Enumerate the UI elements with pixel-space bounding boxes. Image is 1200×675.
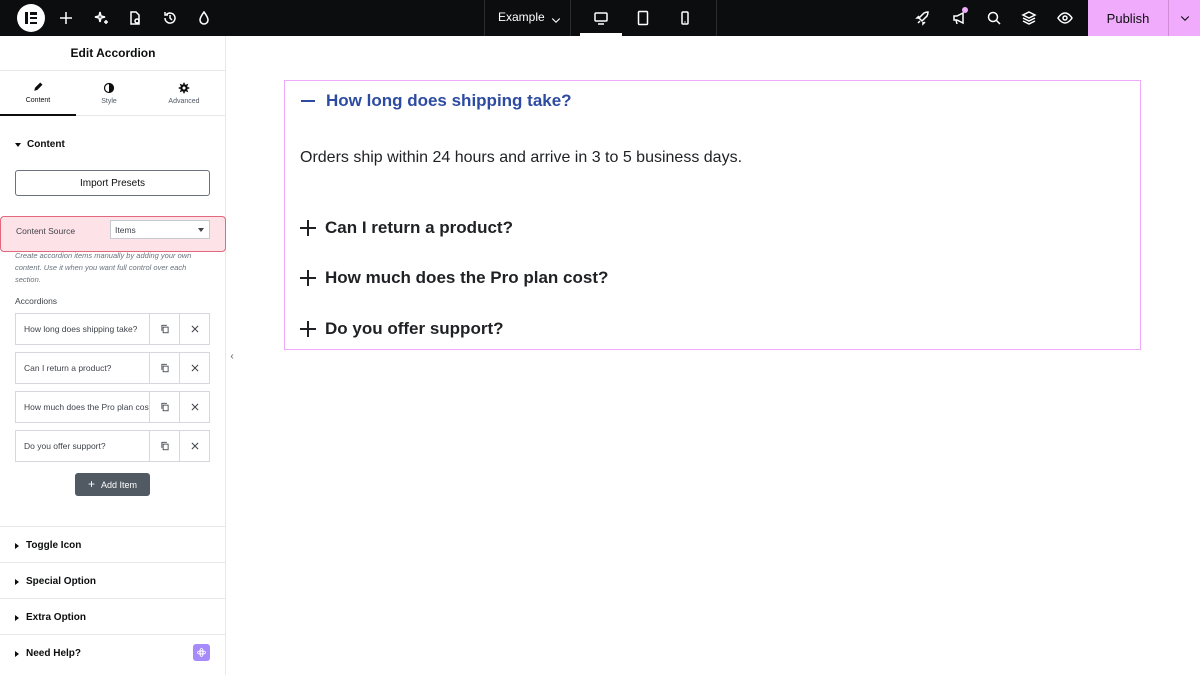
duplicate-icon[interactable] [150, 353, 180, 383]
repeater-item-title[interactable]: Do you offer support? [16, 431, 150, 461]
caret-right-icon [15, 614, 19, 621]
history-icon[interactable] [160, 8, 180, 28]
content-source-select[interactable]: Items [110, 220, 210, 239]
plus-icon [300, 270, 316, 286]
accordion-item[interactable]: How much does the Pro plan cost? [300, 268, 608, 288]
accordion-question: How much does the Pro plan cost? [325, 268, 609, 287]
caret-right-icon [15, 578, 19, 585]
half-circle-icon [103, 82, 115, 94]
repeater-item-title[interactable]: How much does the Pro plan cost? [16, 392, 150, 422]
tab-content[interactable]: Content [0, 71, 76, 116]
content-section-header[interactable]: Content [15, 139, 65, 150]
add-item-button[interactable]: + Add Item [75, 473, 150, 496]
sparkle-icon[interactable] [91, 8, 111, 28]
section-need-help[interactable]: Need Help? [0, 634, 226, 670]
close-icon[interactable] [180, 314, 210, 344]
tab-style[interactable]: Style [76, 71, 142, 116]
mobile-icon[interactable] [675, 8, 695, 28]
notification-dot [962, 7, 968, 13]
accordion-question: Can I return a product? [325, 218, 513, 237]
top-bar: Example Publish [0, 0, 1200, 36]
content-source-label: Content Source [16, 226, 76, 236]
tablet-icon[interactable] [633, 8, 653, 28]
accordion-answer: Orders ship within 24 hours and arrive i… [300, 149, 743, 166]
accordion-widget[interactable]: How long does shipping take? Orders ship… [284, 80, 1141, 350]
chevron-down-icon[interactable] [546, 10, 566, 30]
repeater-item[interactable]: How much does the Pro plan cost? [15, 391, 210, 423]
duplicate-icon[interactable] [150, 392, 180, 422]
close-icon[interactable] [180, 392, 210, 422]
duplicate-icon[interactable] [150, 314, 180, 344]
accordion-item-open[interactable]: How long does shipping take? [300, 91, 572, 111]
elementor-logo-icon[interactable] [17, 4, 45, 32]
page-name[interactable]: Example [498, 10, 545, 24]
page-settings-icon[interactable] [125, 8, 145, 28]
publish-button[interactable]: Publish [1088, 0, 1168, 36]
caret-right-icon [15, 650, 19, 657]
panel-tabs: Content Style Advanced [0, 70, 226, 116]
repeater-item-title[interactable]: Can I return a product? [16, 353, 150, 383]
import-presets-button[interactable]: Import Presets [15, 170, 210, 196]
accordion-question: Do you offer support? [325, 319, 504, 338]
content-source-help: Create accordion items manually by addin… [15, 251, 192, 284]
plus-icon: + [87, 477, 95, 491]
duplicate-icon[interactable] [150, 431, 180, 461]
repeater-item[interactable]: Can I return a product? [15, 352, 210, 384]
plus-icon[interactable] [56, 8, 76, 28]
accordions-label: Accordions [15, 296, 58, 306]
layers-icon[interactable] [1019, 8, 1039, 28]
collapse-panel-button[interactable]: ‹ [226, 338, 238, 374]
eye-icon[interactable] [1055, 8, 1075, 28]
caret-down-icon [15, 142, 21, 147]
repeater-item[interactable]: How long does shipping take? [15, 313, 210, 345]
ai-assistant-icon[interactable] [193, 644, 210, 661]
section-special-option[interactable]: Special Option [0, 562, 226, 598]
section-toggle-icon[interactable]: Toggle Icon [0, 526, 226, 562]
desktop-icon[interactable] [591, 8, 611, 28]
repeater-item[interactable]: Do you offer support? [15, 430, 210, 462]
close-icon[interactable] [180, 431, 210, 461]
pencil-icon [34, 82, 43, 91]
accordion-item[interactable]: Can I return a product? [300, 218, 513, 238]
panel-title: Edit Accordion [70, 46, 156, 60]
theme-icon[interactable] [194, 8, 214, 28]
plus-icon [300, 321, 316, 337]
caret-right-icon [15, 542, 19, 549]
close-icon[interactable] [180, 353, 210, 383]
accordion-item[interactable]: Do you offer support? [300, 319, 503, 339]
section-extra-option[interactable]: Extra Option [0, 598, 226, 634]
minus-icon [301, 100, 315, 102]
publish-options-button[interactable] [1168, 0, 1200, 36]
search-icon[interactable] [984, 8, 1004, 28]
editor-panel: Edit Accordion Content Style Advanced Co… [0, 36, 226, 675]
tab-advanced[interactable]: Advanced [142, 71, 226, 116]
content-source-row: Content Source Items [0, 216, 226, 252]
plus-icon [300, 220, 316, 236]
chevron-down-icon [1180, 16, 1189, 22]
accordion-question: How long does shipping take? [326, 91, 572, 110]
gear-icon [178, 82, 190, 94]
device-active-indicator [580, 33, 622, 36]
rocket-icon[interactable] [913, 8, 933, 28]
repeater-item-title[interactable]: How long does shipping take? [16, 314, 150, 344]
